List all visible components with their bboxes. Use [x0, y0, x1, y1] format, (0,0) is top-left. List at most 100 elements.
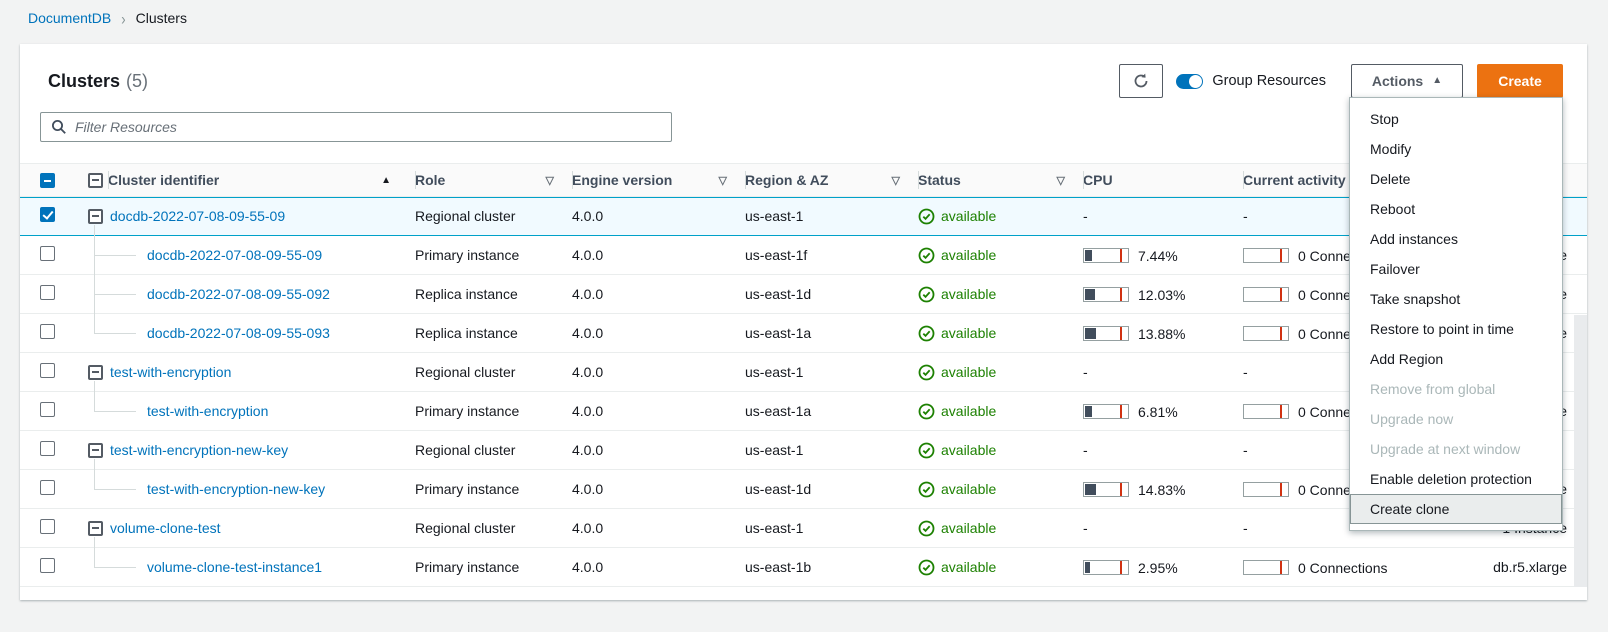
- column-header-cpu[interactable]: CPU: [1083, 164, 1243, 196]
- role-cell: Regional cluster: [415, 208, 572, 224]
- status-label: available: [941, 208, 996, 224]
- tree-connector: [94, 548, 95, 568]
- cluster-identifier-link[interactable]: volume-clone-test: [110, 520, 221, 536]
- role-cell: Regional cluster: [415, 520, 572, 536]
- metric-gauge: [1083, 560, 1129, 575]
- region-az-cell: us-east-1f: [745, 247, 918, 263]
- menu-item-failover[interactable]: Failover: [1350, 254, 1562, 284]
- region-az-cell: us-east-1a: [745, 325, 918, 341]
- column-filter-icon[interactable]: ▽: [546, 174, 554, 187]
- cpu-cell: 12.03%: [1083, 285, 1243, 302]
- column-label: Status: [918, 172, 961, 188]
- column-filter-icon[interactable]: ▽: [892, 174, 900, 187]
- cluster-identifier-link[interactable]: docdb-2022-07-08-09-55-093: [147, 325, 330, 341]
- filter-resources-input[interactable]: [75, 119, 661, 135]
- cluster-identifier-link[interactable]: volume-clone-test-instance1: [147, 559, 322, 575]
- tree-connector: [94, 392, 95, 412]
- menu-item-delete[interactable]: Delete: [1350, 164, 1562, 194]
- menu-item-enable-deletion-protection[interactable]: Enable deletion protection: [1350, 464, 1562, 494]
- menu-item-stop[interactable]: Stop: [1350, 104, 1562, 134]
- cluster-identifier-link[interactable]: docdb-2022-07-08-09-55-09: [147, 247, 322, 263]
- metric-gauge: [1083, 326, 1129, 341]
- menu-item-add-instances[interactable]: Add instances: [1350, 224, 1562, 254]
- row-checkbox[interactable]: [40, 441, 55, 456]
- row-checkbox[interactable]: [40, 363, 55, 378]
- engine-version-cell: 4.0.0: [572, 247, 745, 263]
- cluster-identifier-link[interactable]: test-with-encryption-new-key: [147, 481, 325, 497]
- row-checkbox[interactable]: [40, 207, 55, 222]
- column-header-engine-version[interactable]: Engine version▽: [572, 164, 745, 196]
- cpu-cell: -: [1083, 364, 1243, 380]
- cpu-cell: 7.44%: [1083, 246, 1243, 263]
- status-cell: available: [918, 520, 1083, 537]
- row-checkbox[interactable]: [40, 285, 55, 300]
- status-cell: available: [918, 364, 1083, 381]
- menu-item-create-clone[interactable]: Create clone: [1350, 494, 1562, 524]
- tree-connector: [94, 470, 95, 490]
- menu-item-remove-from-global: Remove from global: [1350, 374, 1562, 404]
- menu-item-reboot[interactable]: Reboot: [1350, 194, 1562, 224]
- tree-connector: [94, 225, 95, 236]
- column-header-status[interactable]: Status ▽: [918, 164, 1083, 196]
- row-checkbox[interactable]: [40, 246, 55, 261]
- row-checkbox[interactable]: [40, 480, 55, 495]
- column-filter-icon[interactable]: ▽: [1057, 174, 1065, 187]
- column-filter-icon[interactable]: ▽: [719, 174, 727, 187]
- row-checkbox[interactable]: [40, 519, 55, 534]
- status-label: available: [941, 286, 996, 302]
- size-cell: db.r5.xlarge: [1420, 559, 1587, 575]
- menu-item-add-region[interactable]: Add Region: [1350, 344, 1562, 374]
- group-resources-toggle-wrap: Group Resources: [1176, 73, 1326, 89]
- gauge-threshold-tick: [1120, 483, 1122, 496]
- collapse-row-icon[interactable]: [88, 365, 103, 380]
- refresh-button[interactable]: [1119, 64, 1163, 98]
- menu-item-upgrade-at-next-window: Upgrade at next window: [1350, 434, 1562, 464]
- engine-version-cell: 4.0.0: [572, 442, 745, 458]
- actions-button[interactable]: Actions ▲: [1351, 64, 1463, 98]
- search-icon: [51, 119, 67, 135]
- role-cell: Primary instance: [415, 403, 572, 419]
- cpu-cell: 13.88%: [1083, 324, 1243, 341]
- collapse-row-icon[interactable]: [88, 521, 103, 536]
- status-cell: available: [918, 559, 1083, 576]
- sort-ascending-icon[interactable]: ▲: [381, 175, 391, 186]
- collapse-row-icon[interactable]: [88, 209, 103, 224]
- create-button[interactable]: Create: [1477, 64, 1563, 98]
- status-label: available: [941, 247, 996, 263]
- menu-item-restore-to-point-in-time[interactable]: Restore to point in time: [1350, 314, 1562, 344]
- breadcrumb-documentdb-link[interactable]: DocumentDB: [28, 10, 111, 26]
- vertical-scrollbar[interactable]: [1574, 315, 1587, 587]
- table-row[interactable]: volume-clone-test-instance1 Primary inst…: [20, 548, 1587, 587]
- gauge-threshold-tick: [1120, 288, 1122, 301]
- status-label: available: [941, 325, 996, 341]
- gauge-threshold-tick: [1280, 483, 1282, 496]
- cluster-identifier-link[interactable]: docdb-2022-07-08-09-55-09: [110, 208, 285, 224]
- cluster-identifier-link[interactable]: test-with-encryption-new-key: [110, 442, 288, 458]
- available-check-icon: [918, 208, 935, 225]
- row-checkbox[interactable]: [40, 558, 55, 573]
- available-check-icon: [918, 247, 935, 264]
- cluster-identifier-link[interactable]: docdb-2022-07-08-09-55-092: [147, 286, 330, 302]
- column-header-region-az[interactable]: Region & AZ▽: [745, 164, 918, 196]
- status-label: available: [941, 364, 996, 380]
- breadcrumb: DocumentDB › Clusters: [28, 10, 187, 26]
- row-checkbox[interactable]: [40, 324, 55, 339]
- select-all-checkbox[interactable]: [40, 173, 55, 188]
- collapse-all-icon[interactable]: [88, 173, 103, 188]
- engine-version-cell: 4.0.0: [572, 208, 745, 224]
- metric-gauge: [1083, 482, 1129, 497]
- gauge-threshold-tick: [1280, 249, 1282, 262]
- engine-version-cell: 4.0.0: [572, 364, 745, 380]
- cluster-identifier-link[interactable]: test-with-encryption: [147, 403, 268, 419]
- menu-item-take-snapshot[interactable]: Take snapshot: [1350, 284, 1562, 314]
- column-header-role[interactable]: Role▽: [415, 164, 572, 196]
- group-resources-toggle[interactable]: [1176, 74, 1203, 89]
- cluster-identifier-link[interactable]: test-with-encryption: [110, 364, 231, 380]
- column-header-cluster-identifier[interactable]: Cluster identifier▲: [108, 164, 415, 196]
- status-cell: available: [918, 481, 1083, 498]
- collapse-row-icon[interactable]: [88, 443, 103, 458]
- menu-item-modify[interactable]: Modify: [1350, 134, 1562, 164]
- cpu-cell: -: [1083, 208, 1243, 224]
- tree-connector: [94, 537, 95, 548]
- row-checkbox[interactable]: [40, 402, 55, 417]
